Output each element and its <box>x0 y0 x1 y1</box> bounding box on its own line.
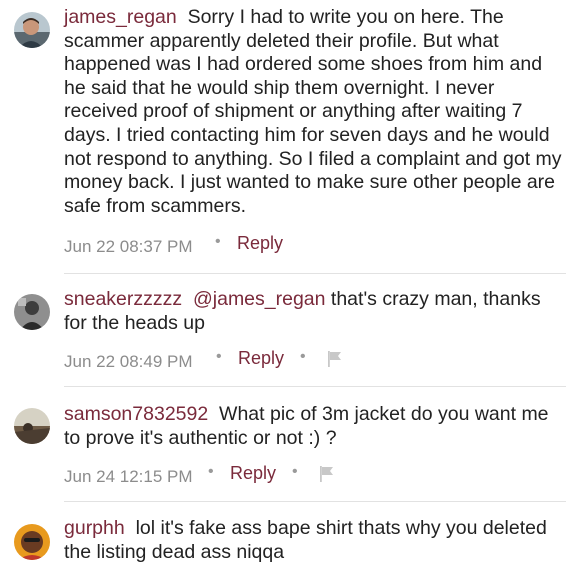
reply-link[interactable]: Reply <box>238 348 284 369</box>
reply-link[interactable]: Reply <box>237 233 283 254</box>
comment-timestamp: Jun 22 08:37 PM <box>64 237 193 256</box>
separator-dot: • <box>292 463 298 480</box>
avatar[interactable] <box>14 294 50 330</box>
comment-text: lol it's fake ass bape shirt thats why y… <box>64 517 547 563</box>
comment-username[interactable]: gurphh <box>64 517 125 539</box>
comment-timestamp: Jun 22 08:49 PM <box>64 352 193 371</box>
comment-divider <box>64 386 566 387</box>
flag-icon[interactable] <box>326 350 344 368</box>
avatar[interactable] <box>14 12 50 48</box>
comment-username[interactable]: samson7832592 <box>64 403 208 425</box>
separator-dot: • <box>300 348 306 365</box>
comment-username[interactable]: sneakerzzzzz <box>64 288 182 310</box>
comment-text: Sorry I had to write you on here. The sc… <box>64 6 562 217</box>
user-photo-icon <box>14 294 50 330</box>
user-photo-icon <box>14 12 50 48</box>
comment-body: james_regan Sorry I had to write you on … <box>64 6 568 218</box>
user-mention[interactable]: @james_regan <box>193 288 326 310</box>
comment-body: sneakerzzzzz @james_regan that's crazy m… <box>64 288 568 335</box>
separator-dot: • <box>216 348 222 365</box>
separator-dot: • <box>208 463 214 480</box>
user-photo-icon <box>14 524 50 560</box>
comment-body: gurphh lol it's fake ass bape shirt that… <box>64 517 568 564</box>
comment-username[interactable]: james_regan <box>64 6 177 28</box>
user-photo-icon <box>14 408 50 444</box>
flag-icon[interactable] <box>318 465 336 483</box>
comment-divider <box>64 501 566 502</box>
reply-link[interactable]: Reply <box>230 463 276 484</box>
comment-divider <box>64 273 566 274</box>
avatar[interactable] <box>14 524 50 560</box>
avatar[interactable] <box>14 408 50 444</box>
comment-thread: james_regan Sorry I had to write you on … <box>0 0 580 580</box>
separator-dot: • <box>215 233 221 250</box>
comment-timestamp: Jun 24 12:15 PM <box>64 467 193 486</box>
comment-body: samson7832592 What pic of 3m jacket do y… <box>64 403 568 450</box>
